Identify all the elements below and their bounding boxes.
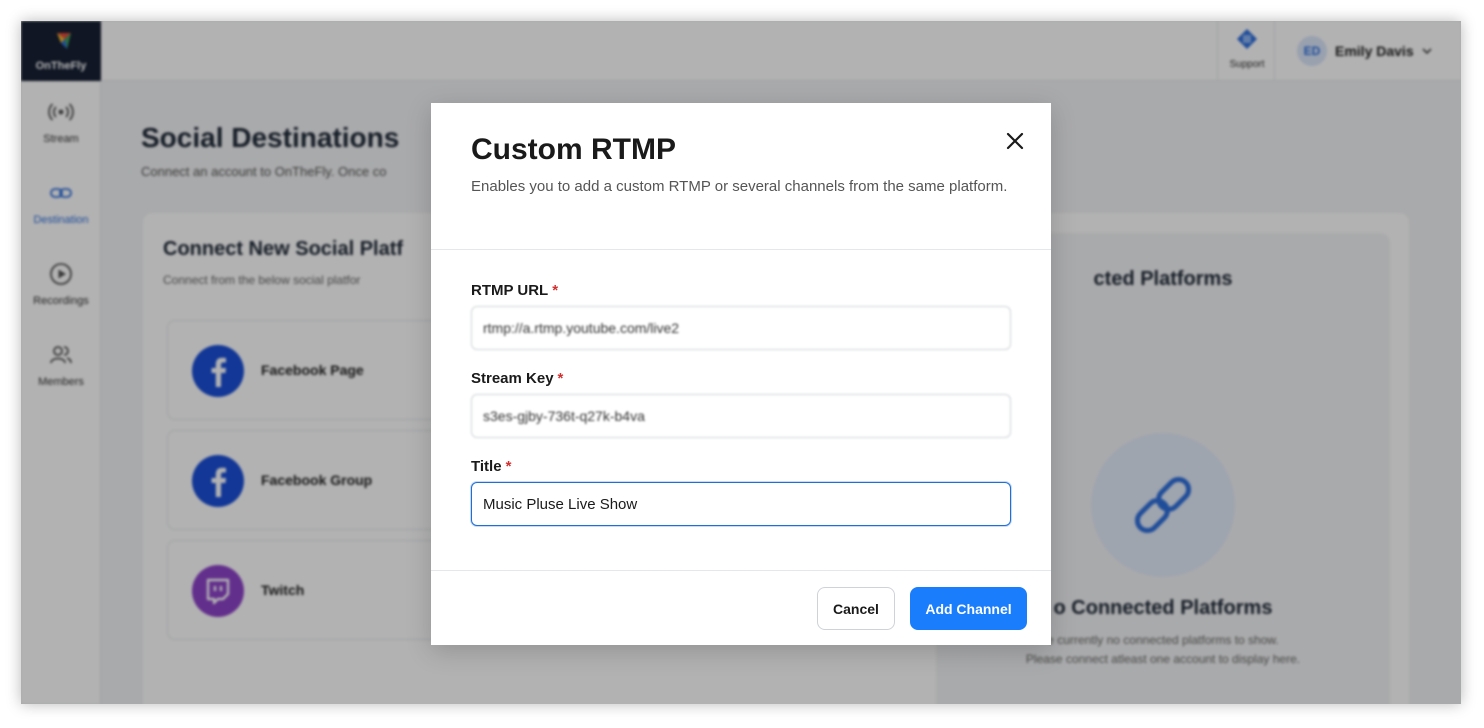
modal-title: Custom RTMP (471, 133, 676, 166)
field-label-text: Title (471, 458, 502, 475)
rtmp-url-label: RTMP URL * (471, 282, 558, 299)
close-icon[interactable] (1003, 129, 1027, 153)
title-label: Title * (471, 458, 511, 475)
stream-key-input[interactable] (471, 394, 1011, 438)
modal-footer-divider (431, 570, 1051, 571)
title-input[interactable] (471, 482, 1011, 526)
app-window: OnTheFly Support ED Emily Davis Stream D… (21, 21, 1461, 704)
add-channel-button[interactable]: Add Channel (910, 587, 1027, 630)
required-marker: * (505, 458, 512, 475)
modal-description: Enables you to add a custom RTMP or seve… (471, 178, 1008, 195)
field-label-text: Stream Key (471, 370, 554, 387)
custom-rtmp-modal: Custom RTMP Enables you to add a custom … (431, 103, 1051, 645)
stream-key-label: Stream Key * (471, 370, 563, 387)
required-marker: * (557, 370, 564, 387)
required-marker: * (552, 282, 559, 299)
modal-divider (431, 249, 1051, 250)
rtmp-url-input[interactable] (471, 306, 1011, 350)
cancel-button[interactable]: Cancel (817, 587, 895, 630)
field-label-text: RTMP URL (471, 282, 549, 299)
